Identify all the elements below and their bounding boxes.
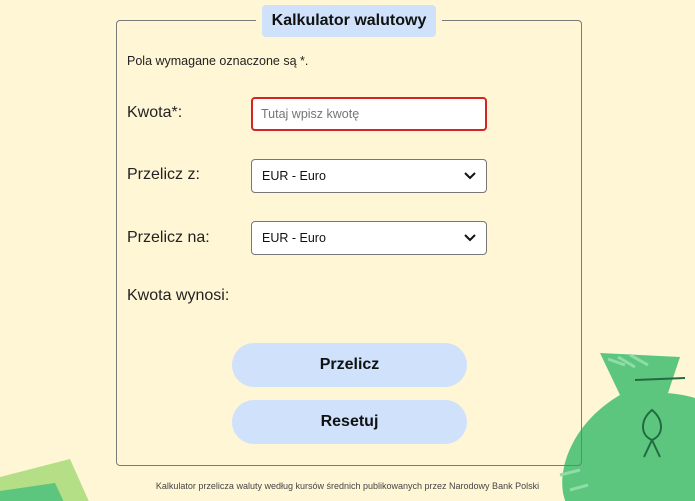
- from-currency-value: EUR - Euro: [262, 169, 326, 183]
- required-fields-note: Pola wymagane oznaczone są *.: [127, 54, 309, 68]
- amount-input[interactable]: Tutaj wpisz kwotę: [251, 97, 487, 131]
- to-currency-label: Przelicz na:: [127, 229, 210, 246]
- amount-placeholder: Tutaj wpisz kwotę: [261, 107, 360, 121]
- calculate-button[interactable]: Przelicz: [232, 343, 467, 387]
- from-currency-label: Przelicz z:: [127, 166, 200, 183]
- footer-note: Kalkulator przelicza waluty według kursó…: [155, 481, 540, 491]
- form-title: Kalkulator walutowy: [262, 5, 436, 37]
- from-currency-select[interactable]: EUR - Euro: [251, 159, 487, 193]
- banknote-illustration: [0, 459, 89, 501]
- chevron-down-icon: [464, 234, 476, 242]
- to-currency-value: EUR - Euro: [262, 231, 326, 245]
- reset-button[interactable]: Resetuj: [232, 400, 467, 444]
- amount-label: Kwota*:: [127, 104, 183, 121]
- result-label: Kwota wynosi:: [127, 287, 230, 304]
- to-currency-select[interactable]: EUR - Euro: [251, 221, 487, 255]
- chevron-down-icon: [464, 172, 476, 180]
